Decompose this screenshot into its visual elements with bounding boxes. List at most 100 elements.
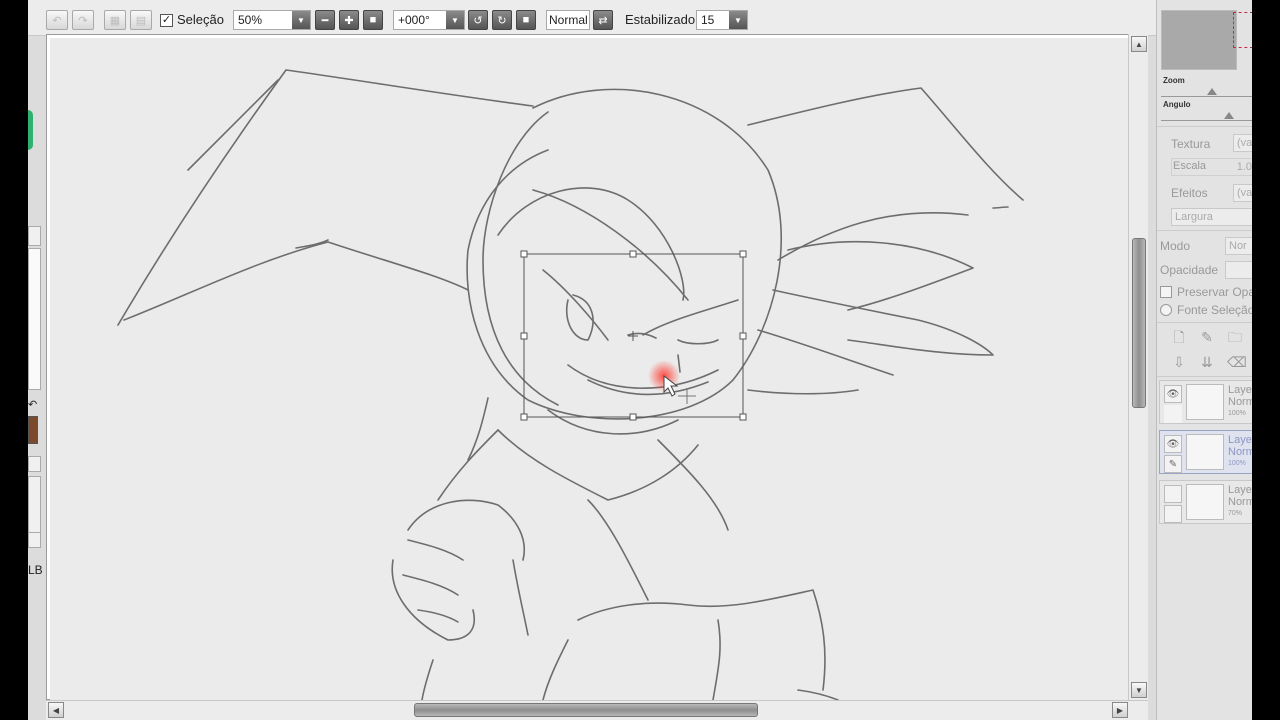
layer-thumbnail	[1186, 484, 1224, 520]
angle-select[interactable]: +000° ▼	[393, 10, 465, 30]
rotate-right-icon: ↻	[497, 14, 507, 27]
horizontal-scrollbar[interactable]: ◀ ▶	[46, 700, 1148, 720]
undo-button[interactable]: ↶	[46, 10, 68, 30]
horizontal-scroll-thumb[interactable]	[414, 703, 758, 717]
layer-name: Laye Norm 100%	[1228, 434, 1252, 470]
zoom-select[interactable]: 50% ▼	[233, 10, 311, 30]
left-scroll-track[interactable]	[28, 476, 41, 534]
rotate-left-icon: ↺	[473, 14, 483, 27]
layer-opacity: 100%	[1228, 410, 1246, 417]
scroll-up-button[interactable]: ▲	[1131, 36, 1147, 52]
flip-button[interactable]: ⇄	[593, 10, 613, 30]
new-brush-layer-icon[interactable]: ✎	[1199, 329, 1215, 345]
eye-icon[interactable]: 👁	[1164, 385, 1182, 403]
divider	[1157, 230, 1252, 231]
left-scroll-up[interactable]	[28, 456, 41, 472]
triangle-up-icon: ▲	[1135, 39, 1143, 49]
rotate-left-button[interactable]: ↺	[468, 10, 488, 30]
transfer-down-icon[interactable]: ⇩	[1171, 354, 1187, 370]
left-panel-list	[28, 248, 41, 390]
chevron-down-icon: ▼	[729, 11, 747, 29]
zoom-in-button[interactable]: ✚	[339, 10, 359, 30]
selection-toggle[interactable]: ✓ Seleção	[160, 10, 224, 30]
flip-icon: ⇄	[598, 14, 608, 27]
triangle-left-icon: ◀	[52, 705, 60, 715]
zoom-slider-knob[interactable]	[1207, 88, 1217, 95]
zoom-value: 50%	[238, 13, 263, 27]
mode-label: Modo	[1160, 239, 1191, 253]
brush-color-swatch[interactable]	[28, 416, 38, 444]
layer-opacity: 70%	[1228, 510, 1243, 517]
drawing-canvas[interactable]	[50, 38, 1128, 700]
undo-icon: ↶	[52, 14, 62, 27]
layer-lock-slot[interactable]	[1164, 505, 1182, 523]
layer-thumbnail	[1186, 434, 1224, 470]
opacity-slider[interactable]	[1225, 261, 1252, 279]
left-scroll-down[interactable]	[28, 532, 41, 548]
layer-row-selected[interactable]: 👁 ✎ Laye Norm 100%	[1159, 430, 1252, 474]
scale-field[interactable]: 1.0	[1171, 158, 1252, 176]
texture-select[interactable]: (va	[1233, 134, 1252, 152]
preserve-opacity-checkbox[interactable]	[1160, 286, 1172, 298]
stabilizer-select[interactable]: 15 ▼	[696, 10, 748, 30]
brush-icon[interactable]: ✎	[1164, 455, 1182, 473]
redo-button[interactable]: ↷	[72, 10, 94, 30]
left-panel-button[interactable]	[28, 226, 41, 246]
layer-mode: Norm	[1228, 496, 1252, 508]
rotate-reset-button[interactable]: ■	[516, 10, 536, 30]
triangle-down-icon: ▼	[1135, 685, 1143, 695]
new-layer-icon[interactable]: 🗋	[1171, 329, 1187, 345]
selection-checkbox[interactable]: ✓	[160, 13, 173, 27]
merge-down-icon[interactable]: ⇊	[1199, 354, 1215, 370]
navigator-viewport-frame[interactable]	[1233, 12, 1252, 48]
scroll-down-button[interactable]: ▼	[1131, 682, 1147, 698]
preserve-opacity-label: Preservar Opa	[1177, 285, 1252, 299]
angle-slider-knob[interactable]	[1224, 112, 1234, 119]
eye-icon[interactable]: 👁	[1164, 435, 1182, 453]
new-folder-icon[interactable]: 🗀	[1227, 329, 1243, 345]
layer-row[interactable]: 👁 Laye Norm 100%	[1159, 380, 1252, 424]
layer-name: Laye Norm 100%	[1228, 384, 1252, 420]
scroll-right-button[interactable]: ▶	[1112, 702, 1128, 718]
angle-slider-track[interactable]	[1161, 120, 1252, 121]
angle-value: +000°	[398, 13, 430, 27]
texture-label: Textura	[1171, 137, 1211, 151]
deselect-button[interactable]: ▦	[104, 10, 126, 30]
clear-layer-icon[interactable]: ⌫	[1227, 354, 1247, 370]
zoom-out-button[interactable]: ━	[315, 10, 335, 30]
navigator-preview[interactable]	[1161, 10, 1237, 70]
scroll-left-button[interactable]: ◀	[48, 702, 64, 718]
square-icon: ■	[369, 14, 377, 26]
blend-mode-value: Normal	[549, 13, 588, 27]
stabilizer-label: Estabilizador	[625, 12, 700, 27]
invert-selection-button[interactable]: ▤	[130, 10, 152, 30]
color-wheel-edge[interactable]	[28, 110, 33, 150]
layer-thumbnail	[1186, 384, 1224, 420]
opacity-label: Opacidade	[1160, 263, 1219, 277]
blend-mode-select[interactable]: Normal	[546, 10, 590, 30]
vertical-scrollbar[interactable]: ▲ ▼	[1128, 34, 1148, 700]
layer-row[interactable]: Laye Norm 70%	[1159, 480, 1252, 524]
plus-icon: ✚	[344, 14, 354, 27]
visibility-toggle[interactable]	[1164, 485, 1182, 503]
sketch-drawing	[117, 69, 1024, 700]
layer-lock-slot[interactable]	[1164, 405, 1182, 423]
left-tool-panel: ↶ LB	[28, 0, 43, 720]
rotate-right-button[interactable]: ↻	[492, 10, 512, 30]
width-field[interactable]: Largura	[1171, 208, 1252, 226]
left-panel-text: LB	[28, 563, 43, 577]
layer-mode-select[interactable]: Nor	[1225, 237, 1252, 255]
chevron-down-icon: ▼	[446, 11, 464, 29]
layer-mode: Norm	[1228, 446, 1252, 458]
paint-tool-window: ↶ LB ↶ ↷ ▦ ▤ ✓ Seleção 50% ▼ ━ ✚ ■ +000°…	[28, 0, 1252, 720]
vertical-scroll-thumb[interactable]	[1132, 238, 1146, 408]
minus-icon: ━	[321, 14, 329, 27]
selection-source-radio[interactable]	[1160, 304, 1172, 316]
zoom-slider-label: Zoom	[1163, 76, 1185, 85]
effects-select[interactable]: (va	[1233, 184, 1252, 202]
swap-colors-icon[interactable]: ↶	[28, 398, 37, 411]
layer-title: Laye	[1228, 384, 1252, 396]
triangle-right-icon: ▶	[1116, 705, 1124, 715]
zoom-reset-button[interactable]: ■	[363, 10, 383, 30]
zoom-slider-track[interactable]	[1161, 96, 1252, 97]
